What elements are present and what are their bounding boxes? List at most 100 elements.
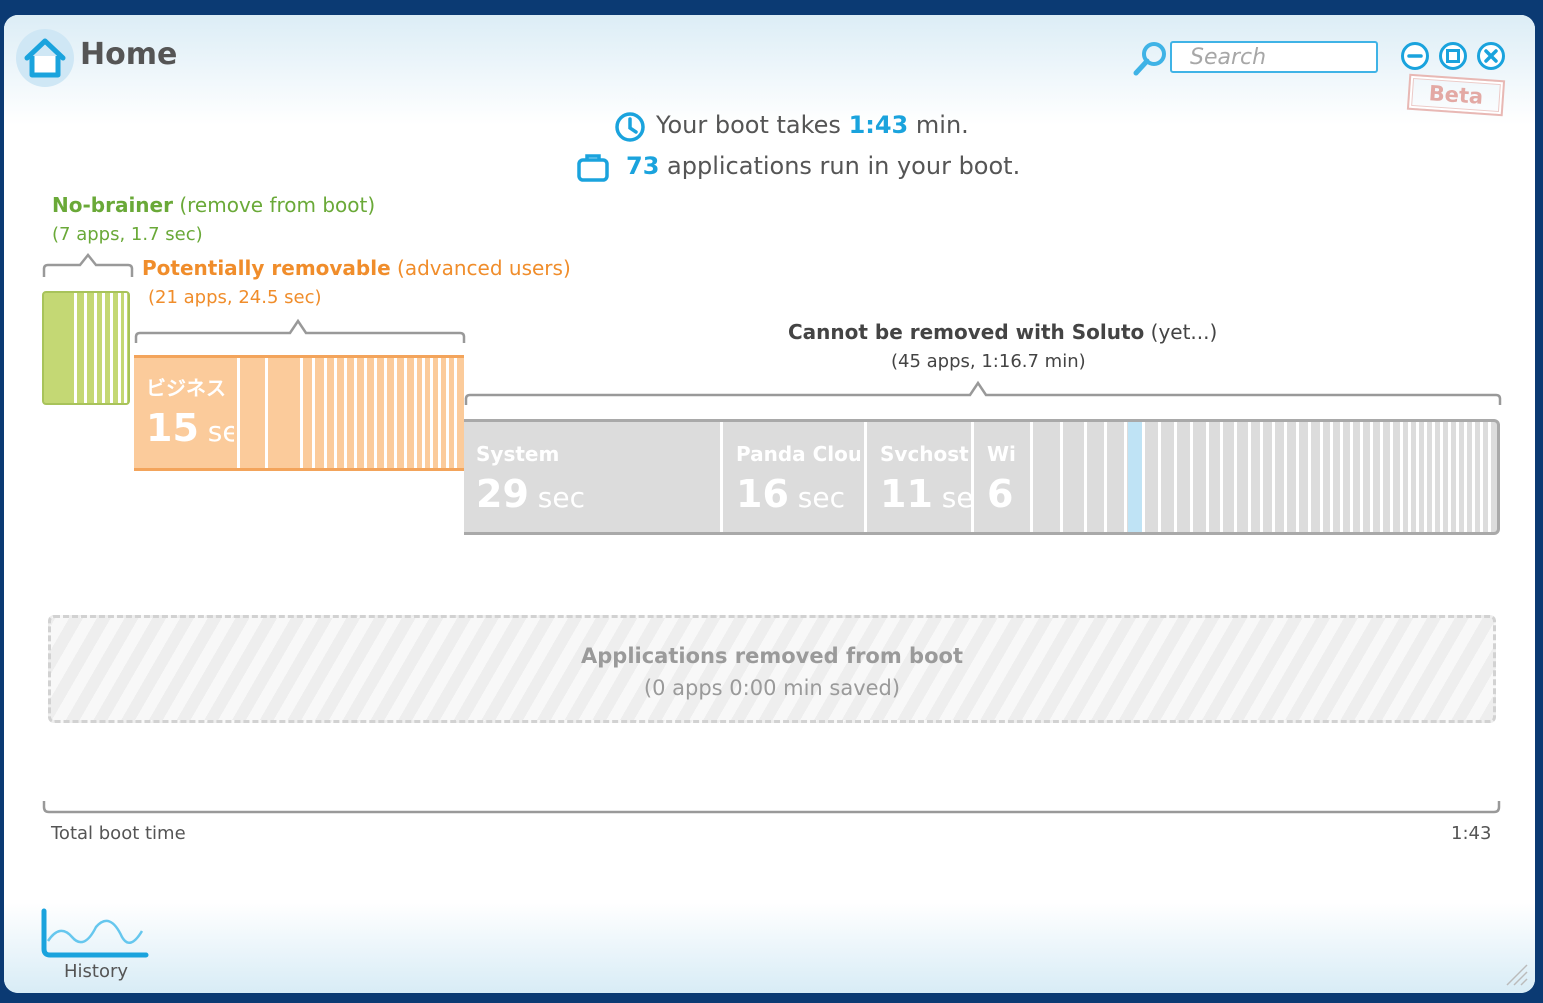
app-segment-highlighted[interactable] xyxy=(1128,422,1142,532)
cannot-bracket xyxy=(464,380,1502,405)
segment-divider xyxy=(1124,422,1127,532)
clock-icon xyxy=(615,112,645,142)
app-window: Home Beta Your boot takes 1:43 min. 73 a… xyxy=(4,15,1535,993)
segment-divider xyxy=(1380,422,1383,532)
history-label: History xyxy=(64,961,129,982)
segment-divider xyxy=(1464,422,1467,532)
cannot-title: Cannot be removed with Soluto (yet...) xyxy=(788,320,1218,344)
cannot-bar[interactable]: System 29 sec Panda Cloud 16 sec Svchost… xyxy=(464,419,1500,535)
no-brainer-bar[interactable] xyxy=(42,291,130,405)
segment-divider xyxy=(1308,422,1311,532)
segment-divider xyxy=(237,358,240,468)
app-time: 6 xyxy=(987,472,1014,516)
segment-divider xyxy=(110,293,113,403)
segment-divider xyxy=(1030,422,1033,532)
segment-divider xyxy=(74,293,77,403)
apps-count-value: 73 xyxy=(626,152,660,180)
boot-time-prefix: Your boot takes xyxy=(656,111,849,139)
beta-stamp: Beta xyxy=(1406,73,1506,117)
segment-divider xyxy=(1190,422,1193,532)
segment-divider xyxy=(1206,422,1209,532)
potentially-bar[interactable]: ビジネス 15 sec xyxy=(134,355,464,471)
segment-divider xyxy=(446,358,449,468)
segment-divider xyxy=(324,358,327,468)
segment-divider xyxy=(1296,422,1299,532)
segment-divider xyxy=(94,293,97,403)
no-brainer-bracket xyxy=(42,252,134,277)
segment-divider xyxy=(971,422,974,532)
segment-divider xyxy=(374,358,377,468)
home-button[interactable] xyxy=(16,29,74,87)
app-segment-first-orange[interactable]: ビジネス 15 sec xyxy=(134,358,236,468)
segment-divider xyxy=(300,358,303,468)
search-input[interactable] xyxy=(1170,41,1378,73)
segment-divider xyxy=(1272,422,1275,532)
segment-divider xyxy=(1248,422,1251,532)
potentially-sub: (21 apps, 24.5 sec) xyxy=(148,287,322,308)
segment-divider xyxy=(1320,422,1323,532)
segment-divider xyxy=(1488,422,1491,532)
apps-count-suffix: applications run in your boot. xyxy=(659,152,1021,180)
segment-divider xyxy=(1440,422,1443,532)
resize-grip-icon[interactable] xyxy=(1503,961,1529,987)
segment-divider xyxy=(1350,422,1353,532)
segment-divider xyxy=(1390,422,1393,532)
segment-divider xyxy=(1084,422,1087,532)
page-title: Home xyxy=(80,37,178,72)
app-segment-wi[interactable]: Wi 6 xyxy=(975,422,1030,532)
segment-divider xyxy=(1158,422,1161,532)
boot-time-summary: Your boot takes 1:43 min. xyxy=(656,111,969,139)
segment-divider xyxy=(1104,422,1107,532)
removed-apps-dropzone[interactable]: Applications removed from boot (0 apps 0… xyxy=(48,615,1496,723)
segment-divider xyxy=(124,293,127,403)
cannot-sub: (45 apps, 1:16.7 min) xyxy=(891,351,1086,372)
segment-divider xyxy=(1330,422,1333,532)
segment-divider xyxy=(1408,422,1411,532)
footer-background xyxy=(4,903,1535,993)
segment-divider xyxy=(430,358,433,468)
segment-divider xyxy=(84,293,87,403)
home-icon xyxy=(24,38,66,78)
segment-divider xyxy=(334,358,337,468)
boot-time-value: 1:43 xyxy=(848,111,909,139)
segment-divider xyxy=(344,358,347,468)
segment-divider xyxy=(1480,422,1483,532)
timeline-start-label: Total boot time xyxy=(51,823,186,844)
app-name: ビジネス xyxy=(146,376,226,400)
segment-divider xyxy=(1260,422,1263,532)
app-segment-panda-cloud[interactable]: Panda Cloud 16 sec xyxy=(724,422,864,532)
apps-count-summary: 73 applications run in your boot. xyxy=(626,152,1020,180)
timeline-bracket xyxy=(42,801,1501,814)
segment-divider xyxy=(864,422,867,532)
removed-apps-title: Applications removed from boot xyxy=(581,644,963,668)
segment-divider xyxy=(102,293,105,403)
segment-divider xyxy=(1174,422,1177,532)
app-time: 11 sec xyxy=(880,472,971,516)
segment-divider xyxy=(438,358,441,468)
app-segment-svchost[interactable]: Svchost 11 sec xyxy=(868,422,971,532)
segment-divider xyxy=(1340,422,1343,532)
segment-divider xyxy=(404,358,407,468)
app-segment-system[interactable]: System 29 sec xyxy=(464,422,720,532)
segment-divider xyxy=(1284,422,1287,532)
app-name: Svchost xyxy=(880,442,969,466)
close-button[interactable] xyxy=(1476,41,1506,71)
segment-divider xyxy=(265,358,268,468)
minimize-button[interactable] xyxy=(1400,41,1430,71)
segment-divider xyxy=(1360,422,1363,532)
segment-divider xyxy=(454,358,457,468)
segment-divider xyxy=(422,358,425,468)
app-time: 29 sec xyxy=(476,472,585,516)
segment-divider xyxy=(312,358,315,468)
segment-divider xyxy=(1432,422,1435,532)
segment-divider xyxy=(1142,422,1145,532)
segment-divider xyxy=(354,358,357,468)
app-name: Panda Cloud xyxy=(736,442,860,466)
search-icon[interactable] xyxy=(1130,39,1170,79)
segment-divider xyxy=(1472,422,1475,532)
boot-time-suffix: min. xyxy=(908,111,969,139)
app-name: Wi xyxy=(987,442,1016,466)
segment-divider xyxy=(1220,422,1223,532)
app-name: System xyxy=(476,442,560,466)
maximize-button[interactable] xyxy=(1438,41,1468,71)
